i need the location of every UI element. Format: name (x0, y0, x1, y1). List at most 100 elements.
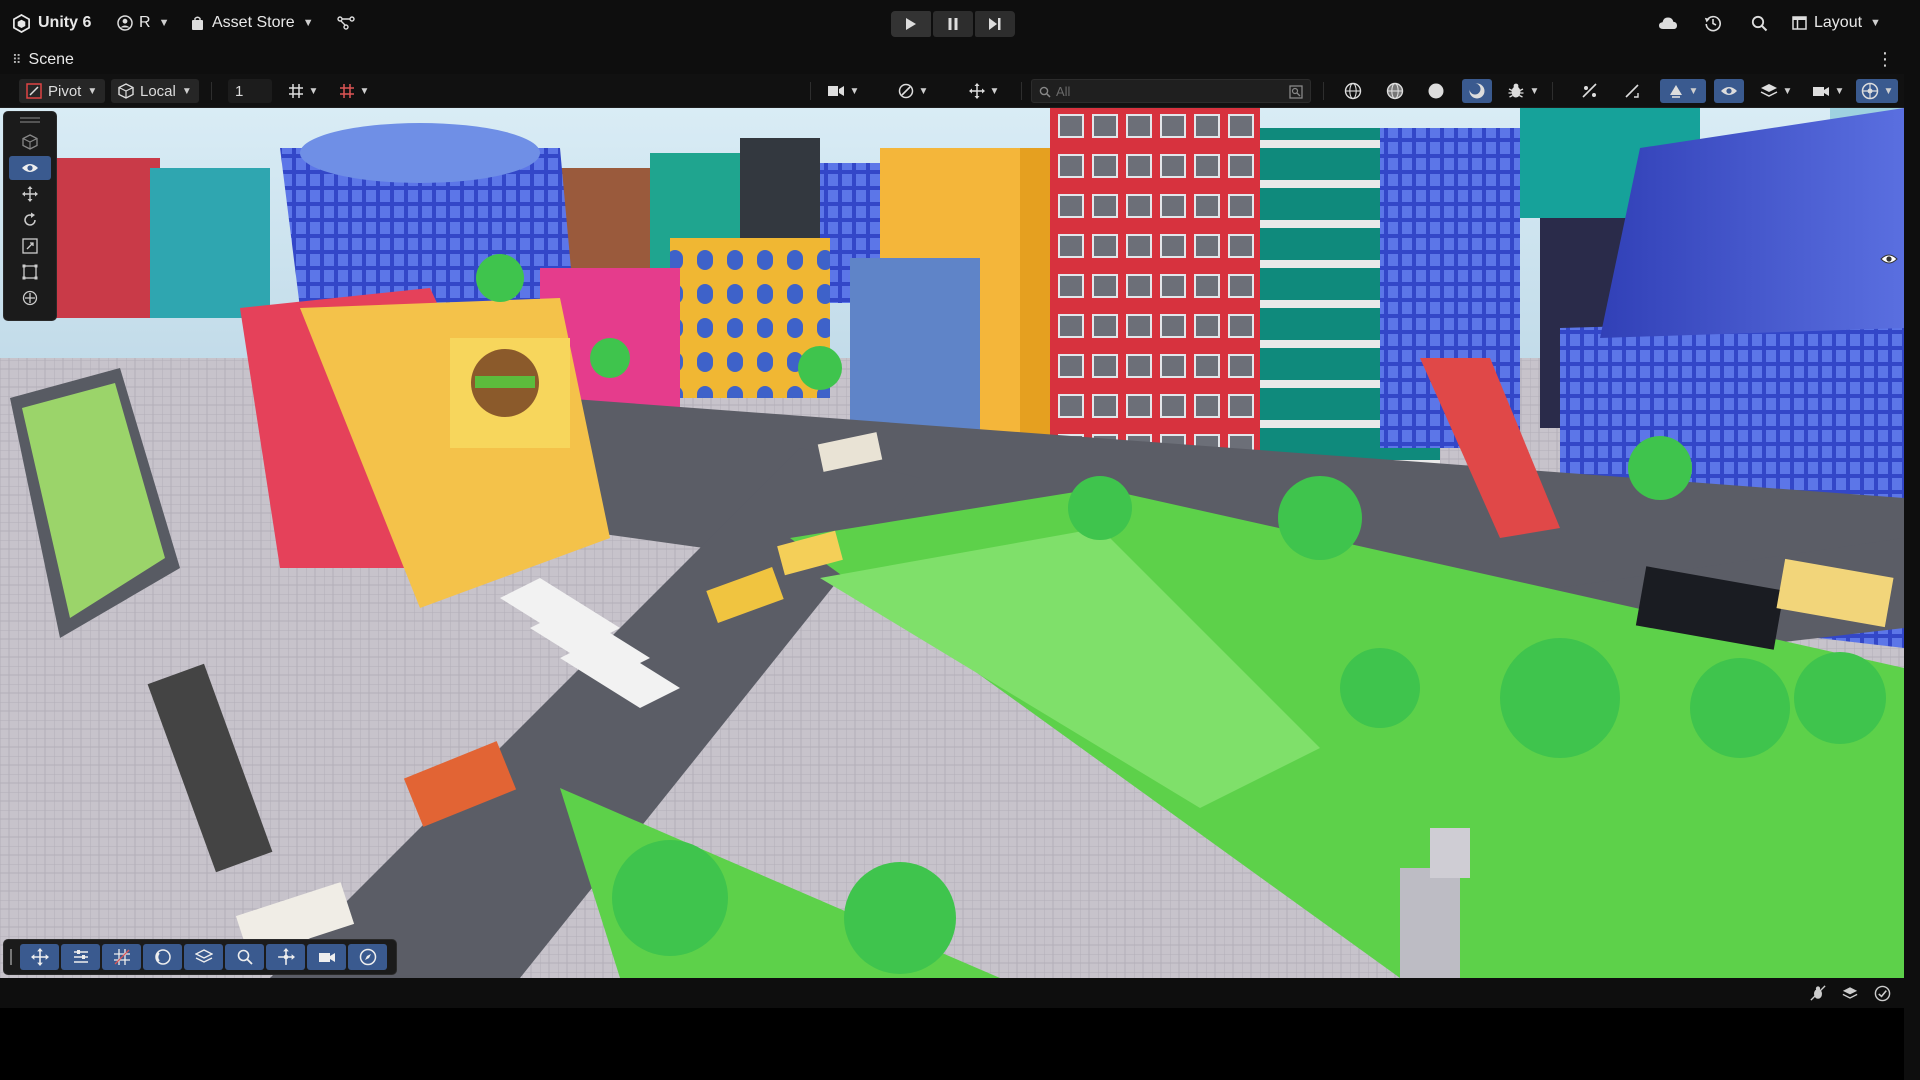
chevron-down-icon: ▼ (1782, 85, 1793, 97)
step-icon (989, 18, 1001, 30)
rotate-tool-icon (24, 212, 36, 226)
draw-mode-icon (898, 83, 913, 99)
lit-icon (1469, 83, 1485, 99)
debug-toggle-button[interactable] (1808, 984, 1828, 1002)
app-title: Unity 6 (38, 14, 92, 31)
lit-button[interactable] (1462, 79, 1492, 103)
toolbar-divider (1323, 82, 1324, 100)
overlay-layers-button[interactable] (184, 944, 223, 970)
gizmos-dropdown[interactable]: ▼ (1856, 79, 1898, 103)
gizmo-globe-icon (1861, 82, 1878, 100)
toolbar-divider (1021, 82, 1022, 100)
shaded-wireframe-button[interactable] (1383, 79, 1407, 103)
camera-mode-dropdown[interactable]: ▼ (820, 79, 866, 103)
debug-draw-dropdown[interactable]: ▼ (1502, 79, 1544, 103)
rect-tool-button[interactable] (9, 260, 51, 284)
unity-menu[interactable]: Unity 6 (12, 0, 91, 46)
pause-icon (948, 18, 958, 30)
chevron-down-icon: ▼ (181, 85, 192, 97)
cube-icon (22, 134, 38, 150)
lighting-toggle-button[interactable] (1620, 79, 1644, 103)
tool-palette (4, 112, 56, 320)
space-dropdown[interactable]: Local ▼ (111, 79, 199, 103)
chevron-down-icon: ▼ (1529, 85, 1540, 97)
scene-viewport[interactable] (0, 108, 1904, 978)
move-tool-button[interactable] (9, 182, 51, 206)
align-icon (73, 950, 88, 963)
kebab-menu-icon[interactable]: ⋮ (1876, 50, 1894, 70)
shaded-button[interactable] (1424, 79, 1448, 103)
chevron-down-icon: ▼ (87, 85, 98, 97)
history-button[interactable] (1702, 12, 1724, 34)
play-button[interactable] (891, 11, 931, 37)
gizmo-mode-dropdown[interactable]: ▼ (961, 79, 1007, 103)
chevron-down-icon: ▼ (308, 85, 319, 97)
overlay-grid-button[interactable] (102, 944, 141, 970)
overlay-pan-button[interactable] (266, 944, 305, 970)
status-ok-button[interactable] (1872, 984, 1892, 1002)
step-button[interactable] (975, 11, 1015, 37)
layout-dropdown[interactable]: Layout ▼ (1792, 0, 1881, 46)
version-control-button[interactable] (337, 0, 355, 46)
account-label: R (139, 14, 151, 31)
snap-increment-dropdown[interactable]: ▼ (282, 79, 324, 103)
search-button[interactable] (1748, 12, 1770, 34)
scene-visibility-button[interactable] (1714, 79, 1744, 103)
camera-settings-dropdown[interactable]: ▼ (1806, 79, 1850, 103)
scale-tool-button[interactable] (9, 234, 51, 258)
shaded-icon (1428, 83, 1444, 99)
rotate-tool-button[interactable] (9, 208, 51, 232)
move-arrows-icon (968, 83, 985, 99)
scene-grid-icon: ⠿ (12, 52, 22, 67)
city-scene-render (0, 108, 1904, 978)
view-tool-button[interactable] (9, 156, 51, 180)
overlay-zoom-button[interactable] (225, 944, 264, 970)
overlay-orbit-button[interactable] (143, 944, 182, 970)
camera-icon (318, 953, 335, 962)
shopping-bag-icon (192, 16, 203, 30)
2d-toggle-button[interactable] (1578, 79, 1602, 103)
transform-tool-icon (22, 290, 38, 306)
space-label: Local (140, 82, 176, 100)
account-dropdown[interactable]: R ▼ (117, 0, 169, 46)
account-icon (117, 15, 133, 31)
render-mode-icon (827, 86, 844, 96)
layers-status-button[interactable] (1840, 984, 1860, 1002)
grid-toggle-icon (339, 84, 354, 98)
pan-icon (277, 948, 295, 965)
draw-mode-dropdown[interactable]: ▼ (890, 79, 936, 103)
chevron-down-icon: ▼ (302, 17, 314, 29)
scene-gizmo-eye-icon[interactable] (1880, 252, 1900, 268)
pivot-dropdown[interactable]: Pivot ▼ (19, 79, 105, 103)
layout-label: Layout (1814, 14, 1863, 31)
overlay-align-button[interactable] (61, 944, 100, 970)
overlay-camera-button[interactable] (307, 944, 346, 970)
effects-dropdown[interactable]: ▼ (1660, 79, 1706, 103)
grid-visibility-dropdown[interactable]: ▼ (333, 79, 375, 103)
chevron-down-icon: ▼ (989, 85, 1000, 97)
search-icon (1039, 86, 1051, 98)
asset-store-dropdown[interactable]: Asset Store ▼ (191, 0, 314, 46)
overlay-compass-button[interactable] (348, 944, 387, 970)
window-edge (1904, 0, 1920, 1080)
hand-tool-button[interactable] (9, 130, 51, 154)
wireframe-button[interactable] (1341, 79, 1365, 103)
palette-grip-icon[interactable] (9, 115, 51, 125)
cloud-button[interactable] (1657, 12, 1679, 34)
overlay-move-button[interactable] (20, 944, 59, 970)
rect-tool-icon (22, 264, 38, 280)
overlay-grip-icon[interactable] (4, 945, 18, 969)
search-options-icon[interactable] (1289, 85, 1303, 99)
2d-mode-icon (1582, 83, 1597, 98)
tab-scene[interactable]: ⠿ Scene (12, 46, 74, 74)
grid-snap-field[interactable]: 1 (228, 79, 272, 103)
transform-tool-button[interactable] (9, 286, 51, 310)
toolbar-divider (211, 82, 212, 100)
layers-icon (1842, 986, 1858, 999)
scene-toolbar: Pivot ▼ Local ▼ 1 ▼ ▼ ▼ ▼ ▼ All ▼ ▼ ▼ ▼ … (0, 74, 1904, 108)
layers-dropdown[interactable]: ▼ (1754, 79, 1798, 103)
scene-search-input[interactable] (1056, 83, 1276, 100)
orbit-icon (154, 949, 171, 965)
wireframe-icon (1344, 82, 1362, 100)
pause-button[interactable] (933, 11, 973, 37)
